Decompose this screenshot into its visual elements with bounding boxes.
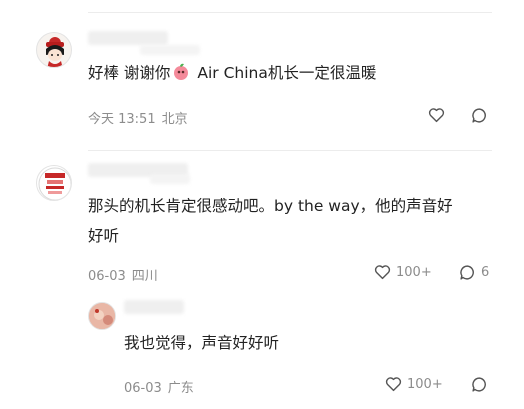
heart-icon: [374, 265, 391, 280]
comment-meta: 06-03 四川: [88, 265, 158, 284]
comment-text: 好棒 谢谢你 Air China机长一定很温暖: [88, 63, 377, 82]
peach-emoji-icon: [174, 63, 189, 80]
comment-bubble-icon: [460, 265, 474, 280]
reply-button[interactable]: [471, 376, 488, 393]
username-redacted: [150, 174, 190, 184]
like-button[interactable]: 100+: [374, 264, 432, 280]
top-divider: [88, 12, 492, 13]
avatar[interactable]: [36, 32, 72, 68]
reply-time: 06-03: [124, 381, 162, 396]
reply-button[interactable]: 6: [459, 264, 489, 281]
like-button[interactable]: 100+: [385, 376, 443, 392]
username-redacted: [124, 300, 184, 314]
like-count: 100+: [396, 264, 432, 280]
comment-divider: [88, 150, 492, 151]
username-redacted: [140, 45, 200, 55]
heart-icon: [385, 377, 402, 392]
cartoon-avatar-icon: [46, 37, 64, 67]
reply-text: 我也觉得，声音好好听: [124, 334, 280, 352]
comment-time: 06-03: [88, 269, 126, 284]
comment-location: 四川: [131, 269, 158, 284]
reply-button[interactable]: [471, 107, 488, 124]
comment-text: 那头的机长肯定很感动吧。by the way，他的声音好 好听: [88, 197, 453, 245]
comment-time: 今天 13:51: [88, 112, 156, 127]
avatar[interactable]: [88, 302, 116, 330]
comment-meta: 今天 13:51 北京: [88, 108, 188, 127]
photo-avatar-icon: [89, 303, 115, 329]
comment-bubble-icon: [472, 377, 486, 392]
heart-icon: [428, 108, 445, 123]
reply-meta: 06-03 广东: [124, 377, 194, 396]
like-button[interactable]: [428, 107, 445, 123]
like-count: 100+: [407, 376, 443, 392]
comment-bubble-icon: [472, 108, 486, 123]
avatar[interactable]: [36, 165, 72, 201]
reply-location: 广东: [167, 381, 194, 396]
comment-location: 北京: [161, 112, 188, 127]
reply-count: 6: [481, 265, 490, 280]
username-redacted: [88, 31, 168, 45]
seal-logo-icon: [38, 167, 71, 200]
